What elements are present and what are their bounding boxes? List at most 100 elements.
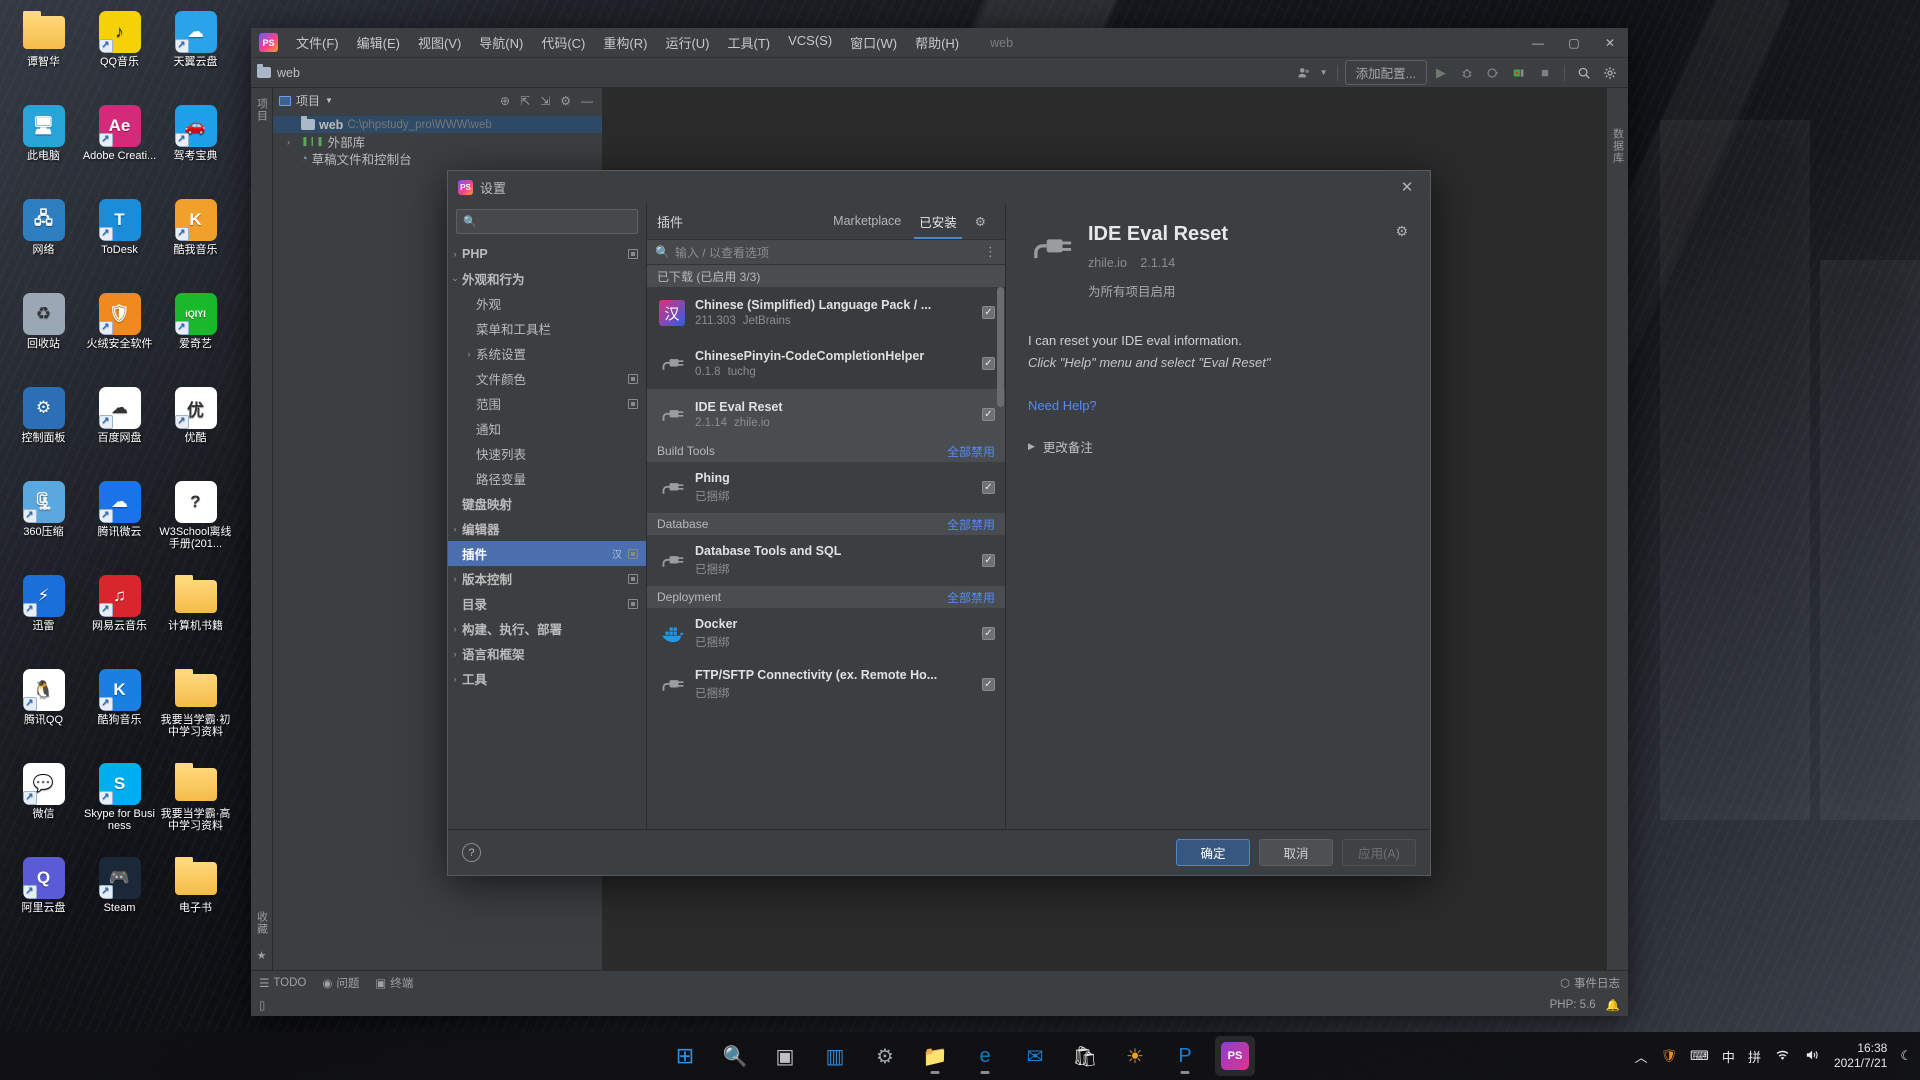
chevron-right-icon[interactable]: ›	[448, 249, 462, 259]
settings-search-box[interactable]: 🔍	[456, 209, 638, 234]
plugin-list-item[interactable]: 汉Chinese (Simplified) Language Pack / ..…	[647, 287, 1005, 338]
chevron-down-icon[interactable]: ▼	[1318, 62, 1330, 84]
settings-tree-item[interactable]: ›工具	[448, 666, 646, 691]
desktop-icon[interactable]: 🖧网络	[6, 194, 81, 286]
apply-button[interactable]: 应用(A)	[1342, 839, 1416, 866]
stop-icon[interactable]: ■	[1533, 62, 1557, 84]
project-panel-action[interactable]: ⚙	[557, 94, 574, 108]
desktop-icon[interactable]: 谭智华	[6, 6, 81, 98]
project-panel-action[interactable]: ⊕	[497, 94, 513, 108]
tab-installed[interactable]: 已安装	[910, 203, 966, 239]
settings-tree-item[interactable]: ›版本控制	[448, 566, 646, 591]
plugin-list-item[interactable]: FTP/SFTP Connectivity (ex. Remote Ho...已…	[647, 659, 1005, 710]
menu-item[interactable]: 导航(N)	[470, 30, 532, 55]
disable-all-link[interactable]: 全部禁用	[947, 516, 995, 533]
desktop-icon[interactable]: ☁↗天翼云盘	[158, 6, 233, 98]
desktop-icon[interactable]: ☁↗腾讯微云	[82, 476, 157, 568]
settings-tree-item[interactable]: ›PHP	[448, 241, 646, 266]
search-icon[interactable]	[1572, 62, 1596, 84]
edge-button[interactable]: e	[965, 1036, 1005, 1076]
menu-item[interactable]: 工具(T)	[718, 30, 779, 55]
menu-item[interactable]: 重构(R)	[594, 30, 656, 55]
notification-center-icon[interactable]: ☾	[1900, 1048, 1912, 1064]
plugin-detail-gear-icon[interactable]: ⚙	[1395, 223, 1408, 240]
phpstorm-button[interactable]: PS	[1215, 1036, 1255, 1076]
settings-tree-item[interactable]: 菜单和工具栏	[448, 316, 646, 341]
project-tree-row[interactable]: webC:\phpstudy_pro\WWW\web	[273, 116, 602, 133]
desktop-icon[interactable]: ♪↗QQ音乐	[82, 6, 157, 98]
minimize-button[interactable]: —	[1520, 28, 1556, 58]
problems-button[interactable]: ◉问题	[322, 975, 359, 991]
settings-button[interactable]: ⚙	[865, 1036, 905, 1076]
menu-item[interactable]: 窗口(W)	[841, 30, 906, 55]
plugin-list-item[interactable]: Docker已捆绑✓	[647, 608, 1005, 659]
desktop-icon[interactable]: K↗酷我音乐	[158, 194, 233, 286]
widgets-button[interactable]: ▥	[815, 1036, 855, 1076]
store-button[interactable]: 🛍	[1065, 1036, 1105, 1076]
chevron-down-icon[interactable]: ▼	[325, 96, 333, 105]
plugin-enabled-checkbox[interactable]: ✓	[982, 554, 995, 567]
kebab-menu-icon[interactable]: ⋮	[984, 244, 997, 260]
tab-marketplace[interactable]: Marketplace	[824, 203, 910, 239]
plugin-enabled-checkbox[interactable]: ✓	[982, 678, 995, 691]
chevron-right-icon[interactable]: ›	[462, 349, 476, 359]
menu-item[interactable]: 运行(U)	[656, 30, 718, 55]
debug-icon[interactable]	[1455, 62, 1479, 84]
chevron-right-icon[interactable]: ›	[287, 137, 297, 147]
plugin-enabled-checkbox[interactable]: ✓	[982, 481, 995, 494]
desktop-icon[interactable]: ♫↗网易云音乐	[82, 570, 157, 662]
disable-all-link[interactable]: 全部禁用	[947, 443, 995, 460]
settings-tree-item[interactable]: ›系统设置	[448, 341, 646, 366]
bookmark-star-icon[interactable]: ★	[257, 949, 267, 962]
file-explorer-button[interactable]: 📁	[915, 1036, 955, 1076]
desktop-icon[interactable]: 电子书	[158, 852, 233, 944]
run-icon[interactable]: ▶	[1429, 62, 1453, 84]
plugins-scrollbar[interactable]	[997, 287, 1004, 407]
menu-item[interactable]: 文件(F)	[287, 30, 348, 55]
desktop-icon[interactable]: ⚡↗迅雷	[6, 570, 81, 662]
ime-pinyin-label[interactable]: 拼	[1748, 1047, 1761, 1066]
desktop-icon[interactable]: 我要当学霸·初中学习资料	[158, 664, 233, 756]
event-log-button[interactable]: ⬡事件日志	[1560, 975, 1620, 991]
plugin-enabled-checkbox[interactable]: ✓	[982, 627, 995, 640]
settings-tree-item[interactable]: 路径变量	[448, 466, 646, 491]
settings-tree-item[interactable]: 通知	[448, 416, 646, 441]
terminal-button[interactable]: ▣终端	[375, 975, 413, 991]
desktop-icon[interactable]: ♻回收站	[6, 288, 81, 380]
breadcrumb[interactable]: web	[257, 66, 300, 80]
plugins-scroll-list[interactable]: 已下载 (已启用 3/3)汉Chinese (Simplified) Langu…	[647, 265, 1005, 829]
layout-icon[interactable]: ▯	[259, 998, 265, 1012]
todo-button[interactable]: ☰TODO	[259, 976, 306, 990]
desktop-icon[interactable]: 🐧↗腾讯QQ	[6, 664, 81, 756]
chevron-right-icon[interactable]: ›	[448, 574, 462, 584]
keyboard-icon[interactable]: ⌨	[1690, 1048, 1709, 1064]
desktop-icon[interactable]: ⚙控制面板	[6, 382, 81, 474]
desktop-icon[interactable]: 💬↗微信	[6, 758, 81, 850]
start-button[interactable]: ⊞	[665, 1036, 705, 1076]
plugins-search-bar[interactable]: 🔍 输入 / 以查看选项 ⋮	[647, 239, 1005, 265]
menu-item[interactable]: 代码(C)	[532, 30, 594, 55]
clock[interactable]: 16:38 2021/7/21	[1834, 1041, 1887, 1071]
help-button[interactable]: ?	[462, 843, 481, 862]
desktop-icon[interactable]: 🛡↗火绒安全软件	[82, 288, 157, 380]
plugins-settings-gear-icon[interactable]: ⚙	[966, 203, 995, 239]
desktop-icon[interactable]: 🎮↗Steam	[82, 852, 157, 944]
run-with-coverage-icon[interactable]	[1481, 62, 1505, 84]
add-configuration-button[interactable]: 添加配置...	[1345, 60, 1427, 85]
desktop-icon[interactable]: ☁↗百度网盘	[82, 382, 157, 474]
plugin-list-item[interactable]: IDE Eval Reset2.1.14zhile.io✓	[647, 389, 1005, 440]
chevron-down-icon[interactable]: ⌄	[448, 273, 462, 284]
notification-badge-icon[interactable]: 🔔	[1606, 998, 1620, 1012]
disable-all-link[interactable]: 全部禁用	[947, 589, 995, 606]
settings-tree-item[interactable]: 范围	[448, 391, 646, 416]
maximize-button[interactable]: ▢	[1556, 28, 1592, 58]
chevron-right-icon[interactable]: ›	[448, 624, 462, 634]
profile-icon[interactable]	[1507, 62, 1531, 84]
desktop-icon[interactable]: T↗ToDesk	[82, 194, 157, 286]
tray-chevron-icon[interactable]: ︿	[1635, 1047, 1648, 1066]
volume-icon[interactable]	[1804, 1048, 1821, 1065]
settings-tree-item[interactable]: 外观	[448, 291, 646, 316]
huorong-security-icon[interactable]: 🛡	[1661, 1048, 1678, 1064]
desktop-icon[interactable]: Ae↗Adobe Creati...	[82, 100, 157, 192]
close-button[interactable]: ✕	[1592, 28, 1628, 58]
